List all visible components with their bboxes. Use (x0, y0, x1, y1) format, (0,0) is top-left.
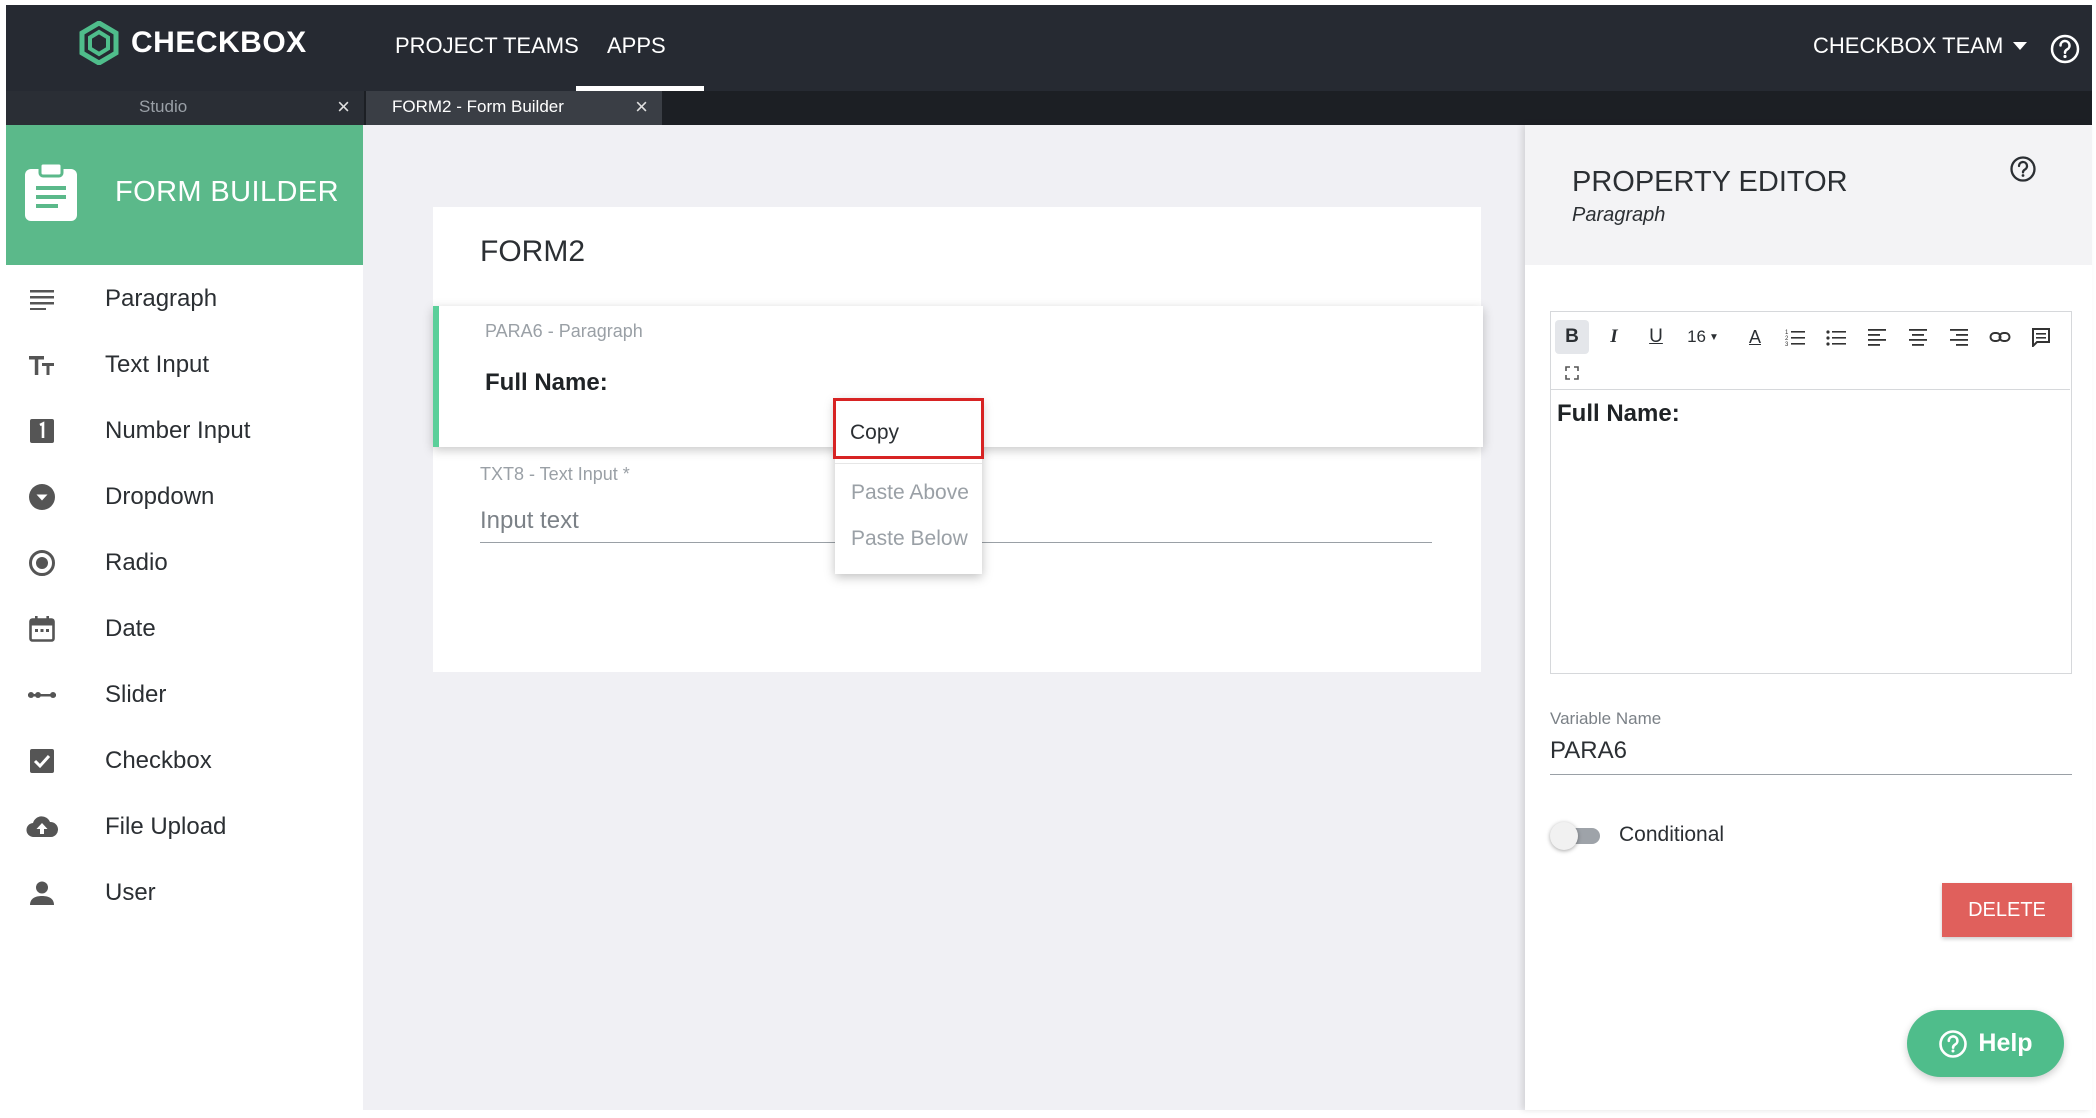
tool-label: Date (105, 615, 156, 642)
underline-button[interactable]: U (1639, 320, 1673, 354)
tool-text-input[interactable]: Text Input (6, 331, 363, 397)
help-circle-icon[interactable] (2009, 155, 2037, 188)
conditional-toggle[interactable] (1550, 822, 1600, 850)
user-icon (26, 877, 58, 909)
rich-text-editor[interactable]: B I U 16 ▼ A 123 Full Name: (1550, 311, 2072, 674)
text-input-meta: TXT8 - Text Input * (480, 464, 630, 484)
property-editor-panel: PROPERTY EDITOR Paragraph B I U 16 ▼ A 1… (1525, 125, 2092, 1110)
bullet-list-icon[interactable] (1819, 320, 1853, 354)
text-input-icon (26, 349, 58, 381)
editor-content[interactable]: Full Name: (1557, 400, 1680, 428)
tab-form-builder[interactable]: FORM2 - Form Builder × (366, 91, 662, 125)
link-icon[interactable] (1983, 320, 2017, 354)
delete-button[interactable]: DELETE (1942, 883, 2072, 937)
nav-project-teams[interactable]: PROJECT TEAMS (395, 33, 579, 59)
tool-paragraph[interactable]: Paragraph (6, 265, 363, 331)
tool-label: Slider (105, 681, 167, 708)
tool-user[interactable]: User (6, 859, 363, 925)
align-center-icon[interactable] (1901, 320, 1935, 354)
team-menu-label: CHECKBOX TEAM (1813, 33, 2004, 58)
variable-name-label: Variable Name (1550, 709, 1662, 728)
tool-file-upload[interactable]: File Upload (6, 793, 363, 859)
help-circle-icon (1939, 1029, 1968, 1058)
tool-label: Dropdown (105, 483, 215, 510)
clipboard-icon (25, 161, 77, 221)
help-button-label: Help (1978, 1029, 2033, 1057)
bold-button[interactable]: B (1555, 320, 1589, 354)
align-right-icon[interactable] (1942, 320, 1976, 354)
comment-icon[interactable] (2024, 320, 2058, 354)
dropdown-icon (26, 481, 58, 513)
variable-name-input[interactable]: PARA6 (1550, 737, 2072, 775)
help-button[interactable]: Help (1907, 1010, 2064, 1077)
tool-date[interactable]: Date (6, 595, 363, 661)
element-meta: PARA6 - Paragraph (485, 321, 643, 341)
tool-radio[interactable]: Radio (6, 529, 363, 595)
tool-number-input[interactable]: Number Input (6, 397, 363, 463)
context-menu-copy[interactable]: Copy (833, 398, 984, 459)
close-icon[interactable]: × (635, 96, 648, 118)
radio-icon (26, 547, 58, 579)
editor-toolbar: B I U 16 ▼ A 123 (1551, 312, 2070, 390)
toggle-knob (1550, 822, 1578, 850)
property-editor-header: PROPERTY EDITOR Paragraph (1525, 125, 2092, 265)
tool-label: File Upload (105, 813, 227, 840)
paragraph-content: Full Name: (485, 369, 608, 396)
calendar-icon (26, 613, 58, 645)
form-builder-title: FORM BUILDER (115, 176, 339, 208)
font-size-select[interactable]: 16 ▼ (1681, 320, 1725, 354)
menu-divider (835, 463, 982, 464)
tab-label: Studio (139, 97, 188, 116)
tool-label: Radio (105, 549, 168, 576)
tab-strip: Studio × FORM2 - Form Builder × (6, 91, 2092, 125)
tool-label: Checkbox (105, 747, 212, 774)
text-color-button[interactable]: A (1738, 320, 1772, 354)
property-editor-subtitle: Paragraph (1572, 204, 1666, 226)
form-title: FORM2 (480, 235, 585, 268)
tool-label: Paragraph (105, 285, 218, 312)
property-editor-title: PROPERTY EDITOR (1572, 166, 1848, 198)
slider-icon (26, 679, 58, 711)
team-menu[interactable]: CHECKBOX TEAM (1813, 33, 2028, 59)
caret-down-icon (2013, 42, 2028, 50)
form-builder-sidebar: FORM BUILDER Paragraph Text Input Number… (6, 125, 363, 1110)
tool-checkbox[interactable]: Checkbox (6, 727, 363, 793)
caret-down-icon: ▼ (1709, 331, 1719, 343)
checkbox-logo-icon (79, 21, 119, 65)
context-menu: Copy Paste Above Paste Below (833, 398, 984, 574)
font-size-value: 16 (1687, 327, 1706, 346)
form-builder-header: FORM BUILDER (6, 125, 363, 265)
logo-text: CHECKBOX (131, 26, 307, 59)
top-navbar: CHECKBOX PROJECT TEAMS APPS CHECKBOX TEA… (6, 5, 2092, 91)
form-canvas: FORM2 PARA6 - Paragraph Full Name: TXT8 … (363, 125, 1525, 1110)
tool-label: Text Input (105, 351, 210, 378)
help-circle-icon[interactable] (2049, 33, 2081, 70)
checkbox-icon (26, 745, 58, 777)
tab-studio[interactable]: Studio × (6, 91, 364, 125)
app-window: CHECKBOX PROJECT TEAMS APPS CHECKBOX TEA… (0, 0, 2096, 1118)
italic-button[interactable]: I (1597, 320, 1631, 354)
nav-apps[interactable]: APPS (607, 33, 666, 59)
number-input-icon (26, 415, 58, 447)
fullscreen-icon[interactable] (1555, 356, 1589, 390)
context-menu-paste-above[interactable]: Paste Above (851, 481, 969, 505)
tool-label: User (105, 879, 156, 906)
context-menu-paste-below[interactable]: Paste Below (851, 527, 968, 551)
svg-text:3: 3 (1785, 342, 1789, 346)
align-left-icon[interactable] (1860, 320, 1894, 354)
conditional-label: Conditional (1619, 823, 1725, 846)
tool-slider[interactable]: Slider (6, 661, 363, 727)
tab-label: FORM2 - Form Builder (392, 97, 564, 116)
close-icon[interactable]: × (337, 96, 350, 118)
paragraph-icon (26, 283, 58, 315)
cloud-upload-icon (26, 811, 58, 843)
tool-label: Number Input (105, 417, 251, 444)
tool-dropdown[interactable]: Dropdown (6, 463, 363, 529)
logo[interactable]: CHECKBOX (79, 21, 307, 65)
ordered-list-icon[interactable]: 123 (1778, 320, 1812, 354)
